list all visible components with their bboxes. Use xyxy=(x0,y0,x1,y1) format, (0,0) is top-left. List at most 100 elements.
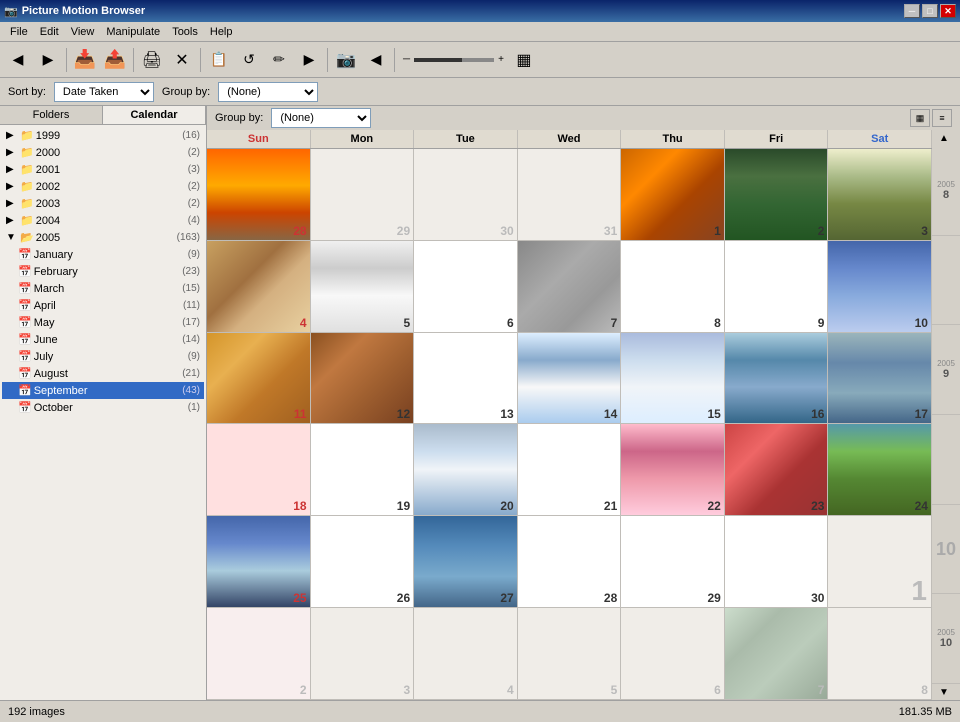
nav-up-arrow[interactable]: ▲ xyxy=(932,130,956,146)
import-button[interactable]: 📥 xyxy=(71,46,99,74)
cal-cell-sep13[interactable]: 13 xyxy=(414,333,518,424)
cal-cell-sep1[interactable]: 1 xyxy=(621,149,725,240)
left-arrow-button[interactable]: ◀ xyxy=(362,46,390,74)
week-cell-10a: 10 xyxy=(932,505,960,595)
menu-item-view[interactable]: View xyxy=(65,24,101,40)
forward-button[interactable]: ▶ xyxy=(34,46,62,74)
date-aug30: 30 xyxy=(500,224,513,238)
tree-item-march[interactable]: 📅 March (15) xyxy=(2,280,204,297)
cal-cell-sep2[interactable]: 2 xyxy=(725,149,829,240)
cal-cell-sep27[interactable]: 27 xyxy=(414,516,518,607)
tree-item-april[interactable]: 📅 April (11) xyxy=(2,297,204,314)
zoom-slider[interactable] xyxy=(414,58,494,62)
delete-button[interactable]: ✕ xyxy=(168,46,196,74)
cal-cell-oct6[interactable]: 6 xyxy=(621,608,725,699)
cal-cell-sep3[interactable]: 3 xyxy=(828,149,932,240)
tree-item-2005[interactable]: ▼ 📂 2005 (163) xyxy=(2,229,204,246)
menu-item-tools[interactable]: Tools xyxy=(166,24,204,40)
cal-cell-sep25[interactable]: 25 xyxy=(207,516,311,607)
cal-cell-sep26[interactable]: 26 xyxy=(311,516,415,607)
cal-cell-sep12[interactable]: 12 xyxy=(311,333,415,424)
cal-cell-sep14[interactable]: 14 xyxy=(518,333,622,424)
cal-cell-sep16[interactable]: 16 xyxy=(725,333,829,424)
grid-view-button[interactable]: ▦ xyxy=(910,109,930,127)
cal-cell-sep4[interactable]: 4 xyxy=(207,241,311,332)
cal-cell-sep6[interactable]: 6 xyxy=(414,241,518,332)
cal-cell-sep23[interactable]: 23 xyxy=(725,424,829,515)
export-button[interactable]: 📤 xyxy=(101,46,129,74)
edit-button[interactable]: ✏ xyxy=(265,46,293,74)
tree-item-2000[interactable]: ▶ 📁 2000 (2) xyxy=(2,144,204,161)
maximize-button[interactable]: □ xyxy=(922,4,938,18)
cal-cell-aug30[interactable]: 30 xyxy=(414,149,518,240)
cal-cell-aug28[interactable]: 28 xyxy=(207,149,311,240)
print-button[interactable]: 🖨 xyxy=(138,46,166,74)
back-button[interactable]: ◀ xyxy=(4,46,32,74)
group-select[interactable]: (None) xyxy=(218,82,318,102)
slideshow-button[interactable]: ▶ xyxy=(295,46,323,74)
cal-cell-aug31[interactable]: 31 xyxy=(518,149,622,240)
cal-cell-sep8[interactable]: 8 xyxy=(621,241,725,332)
tree-item-may[interactable]: 📅 May (17) xyxy=(2,314,204,331)
menu-item-help[interactable]: Help xyxy=(204,24,239,40)
tree-count: (3) xyxy=(188,164,200,175)
cal-cell-oct1[interactable]: 1 xyxy=(828,516,932,607)
tree-item-june[interactable]: 📅 June (14) xyxy=(2,331,204,348)
tab-calendar[interactable]: Calendar xyxy=(103,106,206,124)
titlebar-controls: ─ □ ✕ xyxy=(904,4,956,18)
tree-item-1999[interactable]: ▶ 📁 1999 (16) xyxy=(2,127,204,144)
cal-cell-aug29[interactable]: 29 xyxy=(311,149,415,240)
cal-cell-sep24[interactable]: 24 xyxy=(828,424,932,515)
cal-cell-sep29[interactable]: 29 xyxy=(621,516,725,607)
minimize-button[interactable]: ─ xyxy=(904,4,920,18)
tree-item-july[interactable]: 📅 July (9) xyxy=(2,348,204,365)
list-view-button[interactable]: ≡ xyxy=(932,109,952,127)
menu-item-edit[interactable]: Edit xyxy=(34,24,65,40)
cal-cell-sep7[interactable]: 7 xyxy=(518,241,622,332)
cal-cell-sep30[interactable]: 30 xyxy=(725,516,829,607)
cal-cell-oct7[interactable]: 7 xyxy=(725,608,829,699)
cal-cell-sep15[interactable]: 15 xyxy=(621,333,725,424)
copy-button[interactable]: 📋 xyxy=(205,46,233,74)
tree-label: October xyxy=(34,402,73,414)
menu-item-file[interactable]: File xyxy=(4,24,34,40)
tree-item-august[interactable]: 📅 August (21) xyxy=(2,365,204,382)
cal-cell-sep11[interactable]: 11 xyxy=(207,333,311,424)
cal-cell-sep10[interactable]: 10 xyxy=(828,241,932,332)
cal-cell-oct4[interactable]: 4 xyxy=(414,608,518,699)
cal-cell-sep5[interactable]: 5 xyxy=(311,241,415,332)
cal-cell-sep19[interactable]: 19 xyxy=(311,424,415,515)
cal-cell-sep20[interactable]: 20 xyxy=(414,424,518,515)
cal-cell-oct8[interactable]: 8 xyxy=(828,608,932,699)
cal-cell-sep17[interactable]: 17 xyxy=(828,333,932,424)
tree-item-october[interactable]: 📅 October (1) xyxy=(2,399,204,416)
cal-cell-sep28[interactable]: 28 xyxy=(518,516,622,607)
tree-item-2003[interactable]: ▶ 📁 2003 (2) xyxy=(2,195,204,212)
rotate-button[interactable]: ↺ xyxy=(235,46,263,74)
nav-down-arrow[interactable]: ▼ xyxy=(932,684,956,700)
cal-cell-oct2[interactable]: 2 xyxy=(207,608,311,699)
cal-cell-oct5[interactable]: 5 xyxy=(518,608,622,699)
tree-item-2001[interactable]: ▶ 📁 2001 (3) xyxy=(2,161,204,178)
cal-cell-sep18[interactable]: 18 xyxy=(207,424,311,515)
cal-cell-sep9[interactable]: 9 xyxy=(725,241,829,332)
cal-cell-sep21[interactable]: 21 xyxy=(518,424,622,515)
zoom-camera-button[interactable]: 📷 xyxy=(332,46,360,74)
cal-cell-oct3[interactable]: 3 xyxy=(311,608,415,699)
cal-cell-sep22[interactable]: 22 xyxy=(621,424,725,515)
tree-item-september[interactable]: 📅 September (43) xyxy=(2,382,204,399)
tab-folders[interactable]: Folders xyxy=(0,106,103,124)
tree-item-2002[interactable]: ▶ 📁 2002 (2) xyxy=(2,178,204,195)
tree-item-february[interactable]: 📅 February (23) xyxy=(2,263,204,280)
sort-select[interactable]: Date Taken xyxy=(54,82,154,102)
tree-item-january[interactable]: 📅 January (9) xyxy=(2,246,204,263)
calendar-group-select[interactable]: (None) xyxy=(271,108,371,128)
menu-item-manipulate[interactable]: Manipulate xyxy=(100,24,166,40)
view-toggle-button[interactable]: ▦ xyxy=(510,46,538,74)
thumbnail-sep3 xyxy=(828,149,931,240)
tree-item-2004[interactable]: ▶ 📁 2004 (4) xyxy=(2,212,204,229)
date-sep29: 29 xyxy=(707,591,720,605)
group-label: Group by: xyxy=(162,86,210,98)
close-button[interactable]: ✕ xyxy=(940,4,956,18)
toolbar-separator-1 xyxy=(66,48,67,72)
